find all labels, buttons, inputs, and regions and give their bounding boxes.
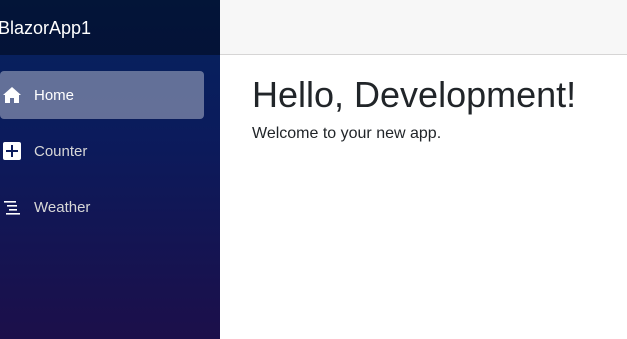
plus-square-icon [0, 139, 24, 163]
main-content: Hello, Development! Welcome to your new … [220, 55, 627, 339]
app-brand-link[interactable]: BlazorApp1 [0, 19, 91, 37]
nav-item-weather-label: Weather [34, 198, 91, 216]
nav-menu: Home Counter Weather [0, 55, 220, 231]
welcome-text: Welcome to your new app. [252, 124, 442, 142]
home-icon [0, 83, 24, 107]
page-title: Hello, Development! [252, 74, 577, 115]
brand-bar: BlazorApp1 [0, 0, 220, 55]
nav-item-weather[interactable]: Weather [0, 183, 204, 231]
nav-item-home[interactable]: Home [0, 71, 204, 119]
sidebar: BlazorApp1 Home Counter Weather [0, 0, 220, 339]
nav-item-counter[interactable]: Counter [0, 127, 204, 175]
nav-item-counter-label: Counter [34, 142, 88, 160]
top-row [220, 0, 627, 55]
nav-item-home-label: Home [34, 86, 75, 104]
list-icon [0, 195, 24, 219]
